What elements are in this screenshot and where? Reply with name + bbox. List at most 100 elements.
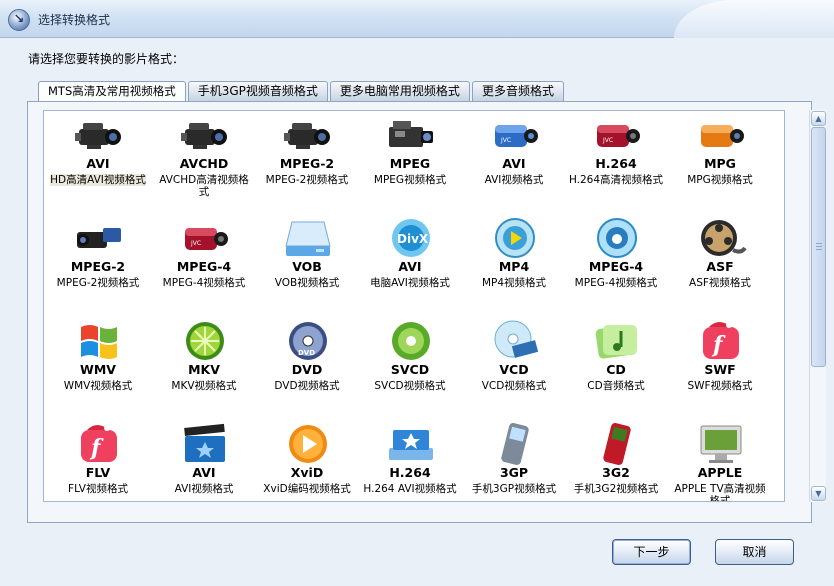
format-caption: MPEG-4视频格式 <box>574 277 658 289</box>
format-caption: HD高清AVI视频格式 <box>50 174 146 186</box>
format-option[interactable]: H.264 H.264 AVI视频格式 <box>358 420 462 501</box>
format-label: XviD <box>290 465 324 480</box>
format-caption: MPEG-2视频格式 <box>56 277 140 289</box>
lime-icon <box>179 319 231 363</box>
svg-text:JVC: JVC <box>190 240 201 247</box>
vertical-scrollbar[interactable]: ▲ ▼ <box>809 110 826 502</box>
format-caption: MPG视频格式 <box>687 174 753 186</box>
format-caption: FLV视频格式 <box>68 483 128 495</box>
format-option[interactable]: VCD VCD视频格式 <box>462 317 566 417</box>
divx-icon: DivX <box>385 216 437 260</box>
format-option[interactable]: MPEG-2 MPEG-2视频格式 <box>255 111 359 211</box>
format-label: MPEG-4 <box>588 259 644 274</box>
format-label: FLV <box>85 465 111 480</box>
format-option[interactable]: MP4 MP4视频格式 <box>462 214 566 314</box>
format-label: H.264 <box>389 465 431 480</box>
format-option[interactable]: CD CD音频格式 <box>564 317 668 417</box>
flash-icon: f <box>695 319 747 363</box>
format-caption: SVCD视频格式 <box>374 380 446 392</box>
format-option[interactable]: JVC MPEG-4 MPEG-4视频格式 <box>152 214 256 314</box>
format-caption: CD音频格式 <box>587 380 645 392</box>
format-label: SVCD <box>390 362 430 377</box>
format-label: MPEG-2 <box>279 156 335 171</box>
format-label: H.264 <box>595 156 637 171</box>
format-option[interactable]: 3GP 手机3GP视频格式 <box>462 420 566 501</box>
format-option[interactable]: XviD XviD编码视频格式 <box>255 420 359 501</box>
tab-panel: AVI HD高清AVI视频格式 AVCHD AVCHD高清视频格式 MPEG-2 MPEG… <box>27 101 826 523</box>
format-label: APPLE <box>697 465 743 480</box>
windows-flag-icon <box>73 319 125 363</box>
green-disc-icon <box>385 319 437 363</box>
format-label: WMV <box>80 362 116 377</box>
format-caption: AVCHD高清视频格式 <box>159 174 249 198</box>
format-option[interactable]: AVI HD高清AVI视频格式 <box>46 111 150 211</box>
format-row: AVI HD高清AVI视频格式 AVCHD AVCHD高清视频格式 MPEG-2 MPEG… <box>44 111 784 214</box>
format-option[interactable]: MPEG-2 MPEG-2视频格式 <box>46 214 150 314</box>
tab-mts-hd[interactable]: MTS高清及常用视频格式 <box>38 81 186 102</box>
scroll-down-button[interactable]: ▼ <box>811 486 826 501</box>
cancel-button[interactable]: 取消 <box>715 539 794 565</box>
format-label: AVCHD <box>179 156 229 171</box>
scroll-thumb[interactable] <box>811 127 826 367</box>
mobile-phone-icon <box>489 422 541 466</box>
camcorder-pro-icon <box>73 113 125 157</box>
scroll-up-button[interactable]: ▲ <box>811 111 826 126</box>
format-label: DVD <box>291 362 323 377</box>
blue-camcorder-icon: JVC <box>489 113 541 157</box>
format-option[interactable]: APPLE APPLE TV高清视频格式 <box>668 420 772 501</box>
title-bar: ↘ 选择转换格式 <box>0 0 834 38</box>
format-option[interactable]: MPEG MPEG视频格式 <box>358 111 462 211</box>
format-option[interactable]: MPG MPG视频格式 <box>668 111 772 211</box>
format-caption: WMV视频格式 <box>63 380 133 392</box>
format-option[interactable]: JVC H.264 H.264高清视频格式 <box>564 111 668 211</box>
title-bar-decoration <box>674 0 834 38</box>
format-caption: 手机3G2视频格式 <box>573 483 659 495</box>
format-option[interactable]: f SWF SWF视频格式 <box>668 317 772 417</box>
format-label: MPEG <box>389 156 431 171</box>
format-label: MP4 <box>498 259 530 274</box>
format-label: MPG <box>704 156 736 171</box>
format-caption: MKV视频格式 <box>171 380 237 392</box>
tab-mobile-3gp[interactable]: 手机3GP视频音频格式 <box>187 81 328 101</box>
format-caption: DVD视频格式 <box>274 380 340 392</box>
vcd-disc-icon <box>489 319 541 363</box>
tab-pc-video[interactable]: 更多电脑常用视频格式 <box>329 81 470 101</box>
tab-audio[interactable]: 更多音频格式 <box>471 81 564 101</box>
format-option[interactable]: JVC AVI AVI视频格式 <box>462 111 566 211</box>
format-option[interactable]: f FLV FLV视频格式 <box>46 420 150 501</box>
format-label: 3GP <box>499 465 529 480</box>
format-option[interactable]: WMV WMV视频格式 <box>46 317 150 417</box>
format-row: MPEG-2 MPEG-2视频格式 JVC MPEG-4 MPEG-4视频格式 VOB VO… <box>44 214 784 317</box>
format-label: VCD <box>499 362 529 377</box>
format-label: AVI <box>192 465 216 480</box>
format-option[interactable]: MPEG-4 MPEG-4视频格式 <box>564 214 668 314</box>
format-option[interactable]: DivX AVI 电脑AVI视频格式 <box>358 214 462 314</box>
format-caption: H.264 AVI视频格式 <box>363 483 457 495</box>
format-label: AVI <box>502 156 526 171</box>
format-caption: VCD视频格式 <box>481 380 547 392</box>
format-option[interactable]: ASF ASF视频格式 <box>668 214 772 314</box>
format-option[interactable]: VOB VOB视频格式 <box>255 214 359 314</box>
format-label: VOB <box>292 259 322 274</box>
music-note-icon <box>591 319 643 363</box>
format-option[interactable]: SVCD SVCD视频格式 <box>358 317 462 417</box>
format-option[interactable]: DVD DVD DVD视频格式 <box>255 317 359 417</box>
clapperboard-icon <box>179 422 231 466</box>
red-camcorder-icon: JVC <box>591 113 643 157</box>
format-caption: 电脑AVI视频格式 <box>370 277 450 289</box>
format-caption: MPEG-4视频格式 <box>162 277 246 289</box>
format-caption: VOB视频格式 <box>274 277 340 289</box>
format-tabs: MTS高清及常用视频格式 手机3GP视频音频格式 更多电脑常用视频格式 更多音频… <box>38 81 566 102</box>
next-button[interactable]: 下一步 <box>612 539 691 565</box>
svg-text:DVD: DVD <box>298 349 315 357</box>
broadcast-camera-icon <box>385 113 437 157</box>
monitor-icon <box>695 422 747 466</box>
format-option[interactable]: AVCHD AVCHD高清视频格式 <box>152 111 256 211</box>
xvid-play-icon <box>282 422 334 466</box>
format-label: AVI <box>398 259 422 274</box>
format-option[interactable]: 3G2 手机3G2视频格式 <box>564 420 668 501</box>
format-option[interactable]: AVI AVI视频格式 <box>152 420 256 501</box>
format-label: ASF <box>706 259 734 274</box>
format-caption: SWF视频格式 <box>687 380 753 392</box>
format-option[interactable]: MKV MKV视频格式 <box>152 317 256 417</box>
